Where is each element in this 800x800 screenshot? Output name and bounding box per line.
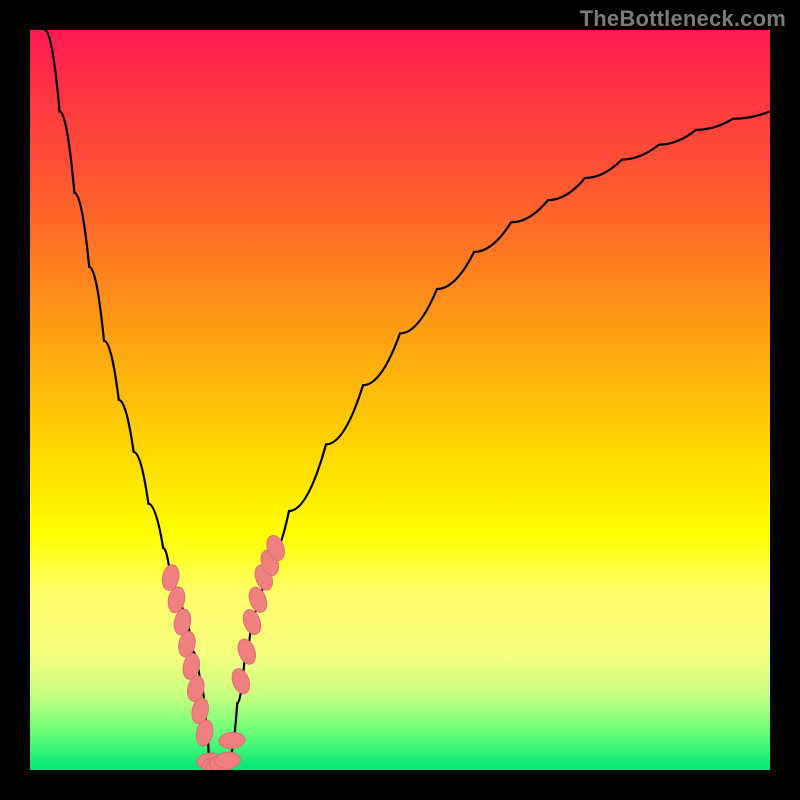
chart-svg (30, 30, 770, 770)
watermark-text: TheBottleneck.com (580, 6, 786, 32)
curve-path (45, 30, 770, 770)
bottleneck-curve (45, 30, 770, 770)
marker-point (235, 637, 259, 667)
marker-point (218, 731, 245, 749)
marker-group (160, 533, 288, 770)
marker-point (229, 666, 253, 696)
plot-area (30, 30, 770, 770)
frame-border: TheBottleneck.com (0, 0, 800, 800)
